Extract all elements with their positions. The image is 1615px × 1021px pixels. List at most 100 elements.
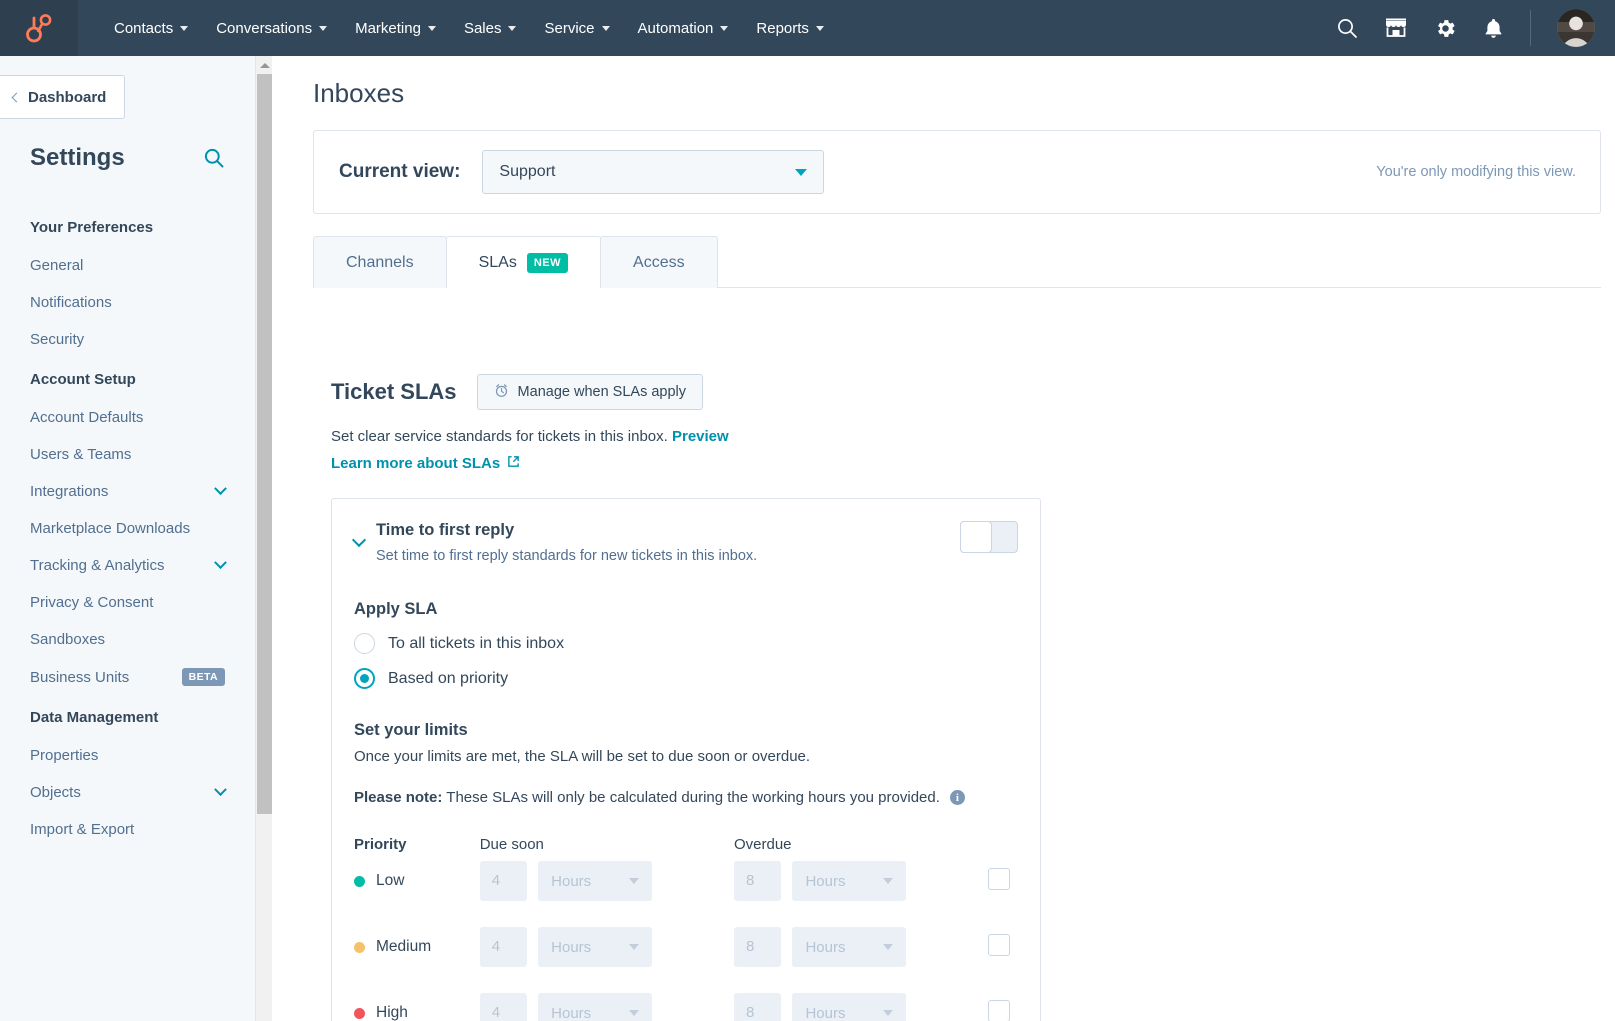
sidebar-item-notifications[interactable]: Notifications xyxy=(0,284,255,321)
row-checkbox[interactable] xyxy=(988,933,1011,956)
nav-item-conversations[interactable]: Conversations xyxy=(202,14,341,43)
due-soon-input[interactable]: 4 xyxy=(479,861,527,901)
sidebar-item-tracking-analytics[interactable]: Tracking & Analytics xyxy=(0,547,255,584)
toggle-knob xyxy=(960,521,992,553)
marketplace-icon[interactable] xyxy=(1384,17,1408,39)
nav-item-reports[interactable]: Reports xyxy=(742,14,838,43)
page-title: Settings xyxy=(30,144,125,171)
tab-slas[interactable]: SLAs NEW xyxy=(445,236,602,289)
learn-more-about-slas-link[interactable]: Learn more about SLAs xyxy=(331,455,520,472)
due-soon-unit-select[interactable]: Hours xyxy=(538,927,653,967)
due-soon-input[interactable]: 4 xyxy=(479,927,527,967)
radio-button-selected xyxy=(354,668,375,689)
search-icon[interactable] xyxy=(1336,17,1358,39)
notifications-bell-icon[interactable] xyxy=(1483,17,1504,40)
current-view-label: Current view: xyxy=(339,161,461,182)
nav-item-marketing[interactable]: Marketing xyxy=(341,14,450,43)
info-icon[interactable]: i xyxy=(949,790,965,805)
chevron-down-icon xyxy=(883,1010,894,1016)
sidebar-item-integrations[interactable]: Integrations xyxy=(0,473,255,510)
sidebar-item-marketplace-downloads[interactable]: Marketplace Downloads xyxy=(0,510,255,547)
inbox-tabs: Channels SLAs NEW Access xyxy=(313,236,718,289)
due-soon-unit-select[interactable]: Hours xyxy=(538,993,653,1021)
tab-access[interactable]: Access xyxy=(600,236,718,288)
preview-link[interactable]: Preview xyxy=(672,428,729,445)
overdue-input[interactable]: 8 xyxy=(733,993,781,1021)
sidebar-item-security[interactable]: Security xyxy=(0,321,255,358)
current-view-bar: Current view: Support You're only modify… xyxy=(313,130,1601,214)
overdue-cell-low: 8 Hours xyxy=(733,861,988,927)
sidebar-item-label: Security xyxy=(30,331,85,348)
chevron-down-icon xyxy=(180,25,189,31)
unit-value: Hours xyxy=(805,1004,846,1021)
settings-gear-icon[interactable] xyxy=(1434,17,1457,40)
time-to-first-reply-toggle[interactable] xyxy=(960,521,1018,553)
sidebar-item-privacy-consent[interactable]: Privacy & Consent xyxy=(0,584,255,621)
current-view-select[interactable]: Support xyxy=(482,150,825,194)
due-soon-cell-medium: 4 Hours xyxy=(479,927,734,993)
sidebar-item-label: Privacy & Consent xyxy=(30,594,154,611)
settings-sidebar: Dashboard Settings Your Preferences Gene… xyxy=(0,56,255,1021)
sidebar-item-import-export[interactable]: Import & Export xyxy=(0,811,255,848)
avatar[interactable] xyxy=(1557,9,1595,47)
overdue-input[interactable]: 8 xyxy=(733,861,781,901)
sidebar-scrollbar[interactable] xyxy=(255,56,272,1021)
row-checkbox[interactable] xyxy=(988,867,1011,890)
nav-label: Automation xyxy=(637,19,714,37)
priority-dot-icon xyxy=(354,1007,365,1019)
checkbox-cell-high xyxy=(988,993,1018,1021)
sidebar-item-objects[interactable]: Objects xyxy=(0,774,255,811)
manage-button-label: Manage when SLAs apply xyxy=(517,384,687,400)
radio-based-on-priority[interactable]: Based on priority xyxy=(354,668,1018,689)
overdue-cell-medium: 8 Hours xyxy=(733,927,988,993)
sidebar-item-users-teams[interactable]: Users & Teams xyxy=(0,436,255,473)
row-checkbox[interactable] xyxy=(988,999,1011,1021)
hubspot-logo-button[interactable] xyxy=(0,0,78,56)
sidebar-item-label: Import & Export xyxy=(30,821,135,838)
tab-channels[interactable]: Channels xyxy=(313,236,447,288)
back-to-dashboard-button[interactable]: Dashboard xyxy=(0,75,125,119)
nav-item-sales[interactable]: Sales xyxy=(450,14,531,43)
sidebar-item-label: Marketplace Downloads xyxy=(30,520,191,537)
sidebar-item-sandboxes[interactable]: Sandboxes xyxy=(0,621,255,658)
overdue-unit-select[interactable]: Hours xyxy=(792,927,907,967)
sidebar-item-account-defaults[interactable]: Account Defaults xyxy=(0,399,255,436)
overdue-input[interactable]: 8 xyxy=(733,927,781,967)
page-heading: Inboxes xyxy=(313,78,405,108)
tab-label: Access xyxy=(633,253,685,271)
radio-all-tickets[interactable]: To all tickets in this inbox xyxy=(354,633,1018,654)
due-soon-unit-select[interactable]: Hours xyxy=(538,861,653,901)
search-icon[interactable] xyxy=(203,147,225,169)
hubspot-sprocket-logo-icon xyxy=(24,12,54,44)
overdue-unit-select[interactable]: Hours xyxy=(792,861,907,901)
sidebar-item-label: Properties xyxy=(30,747,99,764)
nav-item-contacts[interactable]: Contacts xyxy=(100,14,202,43)
alarm-clock-icon xyxy=(494,383,509,402)
due-soon-cell-low: 4 Hours xyxy=(479,861,734,927)
manage-when-slas-apply-button[interactable]: Manage when SLAs apply xyxy=(476,374,704,410)
sidebar-item-properties[interactable]: Properties xyxy=(0,737,255,774)
sidebar-section-account-setup: Account Setup xyxy=(30,371,136,388)
overdue-unit-select[interactable]: Hours xyxy=(792,993,907,1021)
sidebar-item-label: Account Defaults xyxy=(30,409,144,426)
chevron-down-icon xyxy=(795,168,808,176)
due-soon-input[interactable]: 4 xyxy=(479,993,527,1021)
chevron-down-icon[interactable] xyxy=(351,532,367,548)
sidebar-item-label: Business Units xyxy=(30,668,130,686)
sidebar-section-your-preferences: Your Preferences xyxy=(30,219,154,236)
sidebar-item-label: Objects xyxy=(30,784,81,801)
nav-item-automation[interactable]: Automation xyxy=(624,14,743,43)
chevron-down-icon xyxy=(214,556,227,570)
sidebar-item-label: Notifications xyxy=(30,294,112,311)
scroll-up-arrow-icon[interactable] xyxy=(256,57,273,74)
scrollbar-thumb[interactable] xyxy=(257,74,272,814)
chevron-left-icon xyxy=(11,92,22,102)
settings-header: Settings xyxy=(30,144,225,172)
nav-item-service[interactable]: Service xyxy=(530,14,623,43)
sidebar-item-business-units[interactable]: Business Units BETA xyxy=(0,658,255,696)
chevron-down-icon xyxy=(427,25,436,31)
tab-label: Channels xyxy=(346,253,414,271)
chevron-down-icon xyxy=(629,1010,640,1016)
sidebar-item-general[interactable]: General xyxy=(0,247,255,284)
radio-label: Based on priority xyxy=(388,669,509,687)
